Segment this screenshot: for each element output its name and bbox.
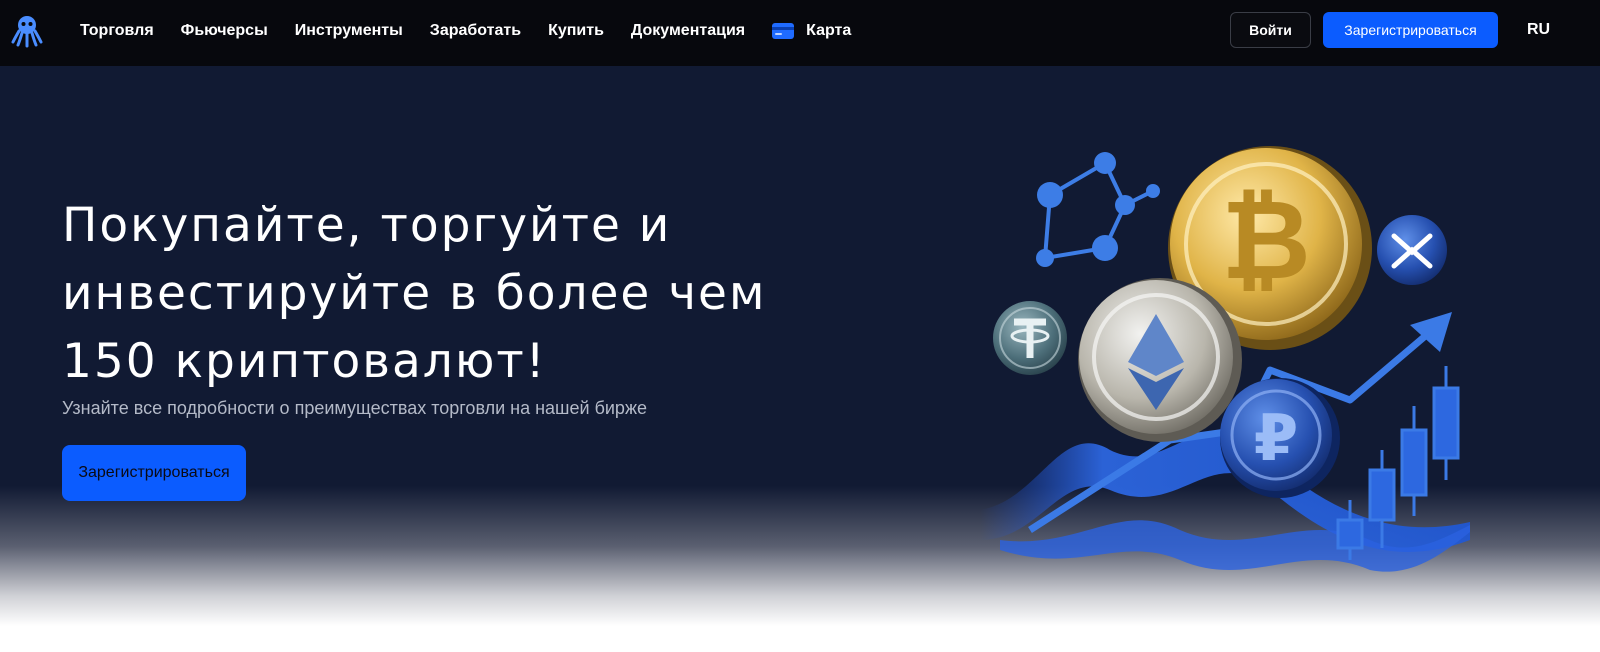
ethereum-coin-icon [1078,278,1242,442]
signup-button[interactable]: Зарегистрироваться [1323,12,1498,48]
nav-item-docs[interactable]: Документация [631,22,745,40]
crypto-illustration: ₿ ₽ [980,146,1470,572]
tether-coin-icon [993,301,1067,375]
hero-title: Покупайте, торгуйте и инвестируйте в бол… [62,198,767,389]
hero-signup-button[interactable]: Зарегистрироваться [62,445,246,501]
card-icon [772,23,795,39]
nav-item-tools[interactable]: Инструменты [295,22,403,40]
nav-item-card[interactable]: Карта [772,22,851,40]
top-navigation-bar: Торговля Фьючерсы Инструменты Заработать… [0,0,1600,66]
hero-subtitle: Узнайте все подробности о преимуществах … [62,398,647,418]
svg-text:₿: ₿ [1221,176,1311,304]
network-nodes-icon [1036,152,1160,267]
nav-item-trading[interactable]: Торговля [80,22,154,40]
nav-item-buy[interactable]: Купить [548,22,604,40]
nav-item-earn[interactable]: Заработать [430,22,521,40]
language-selector[interactable]: RU [1527,21,1550,39]
xrp-coin-icon [1377,215,1447,285]
nav-item-card-label: Карта [806,22,852,39]
main-nav: Торговля Фьючерсы Инструменты Заработать… [80,0,878,62]
login-button[interactable]: Войти [1230,12,1311,48]
ruble-coin-icon: ₽ [1220,378,1340,498]
svg-text:₽: ₽ [1254,402,1299,476]
nav-item-futures[interactable]: Фьючерсы [181,22,268,40]
octopus-logo-icon[interactable] [10,14,44,48]
